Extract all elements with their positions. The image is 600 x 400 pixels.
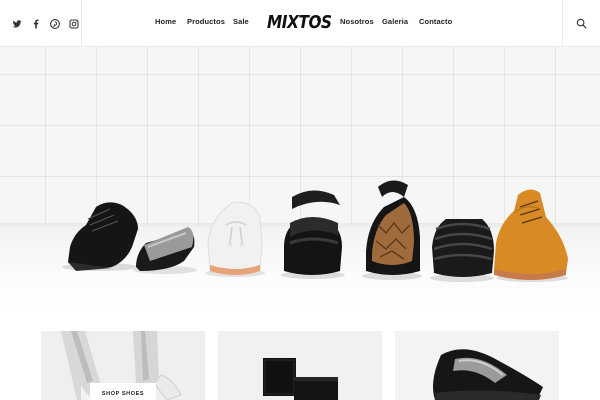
nav-contacto[interactable]: Contacto	[419, 17, 452, 26]
shoe-grey-slide	[133, 227, 197, 274]
brand-logo[interactable]: MIXTOS	[267, 10, 332, 36]
site-header: Home Productos Sale MIXTOS Nosotros Gale…	[0, 0, 600, 47]
product-card-shoes[interactable]: SHOP SHOES	[41, 331, 205, 400]
nav-sale[interactable]: Sale	[233, 17, 249, 26]
brand-name: MIXTOS	[267, 12, 332, 33]
sandal-photo	[433, 349, 543, 400]
registered-mark	[317, 18, 320, 21]
nav-galeria[interactable]: Galeria	[382, 17, 408, 26]
hero-banner	[0, 47, 600, 317]
shoe-black-sandal	[281, 190, 345, 279]
search-button[interactable]	[562, 0, 600, 47]
shoe-orange-derby	[494, 189, 568, 282]
shoe-strappy-sandal	[430, 219, 494, 282]
shoe-snakeskin-sandal	[362, 180, 422, 280]
wallets-photo	[263, 358, 338, 400]
product-card-sandals[interactable]	[395, 331, 559, 400]
nav-nosotros[interactable]: Nosotros	[340, 17, 374, 26]
instagram-icon[interactable]	[69, 18, 79, 29]
nav-home[interactable]: Home	[155, 17, 176, 26]
nav-productos[interactable]: Productos	[187, 17, 225, 26]
social-links	[0, 0, 82, 47]
shoes-lineup	[62, 180, 568, 282]
pinterest-icon[interactable]	[50, 18, 60, 29]
search-icon	[576, 18, 587, 29]
twitter-icon[interactable]	[12, 19, 22, 29]
facebook-icon[interactable]	[31, 19, 41, 29]
product-card-accessories[interactable]	[218, 331, 382, 400]
shoe-black-derby	[62, 202, 138, 271]
shop-shoes-button[interactable]: SHOP SHOES	[90, 383, 156, 400]
shoe-white-loafer	[205, 201, 265, 277]
